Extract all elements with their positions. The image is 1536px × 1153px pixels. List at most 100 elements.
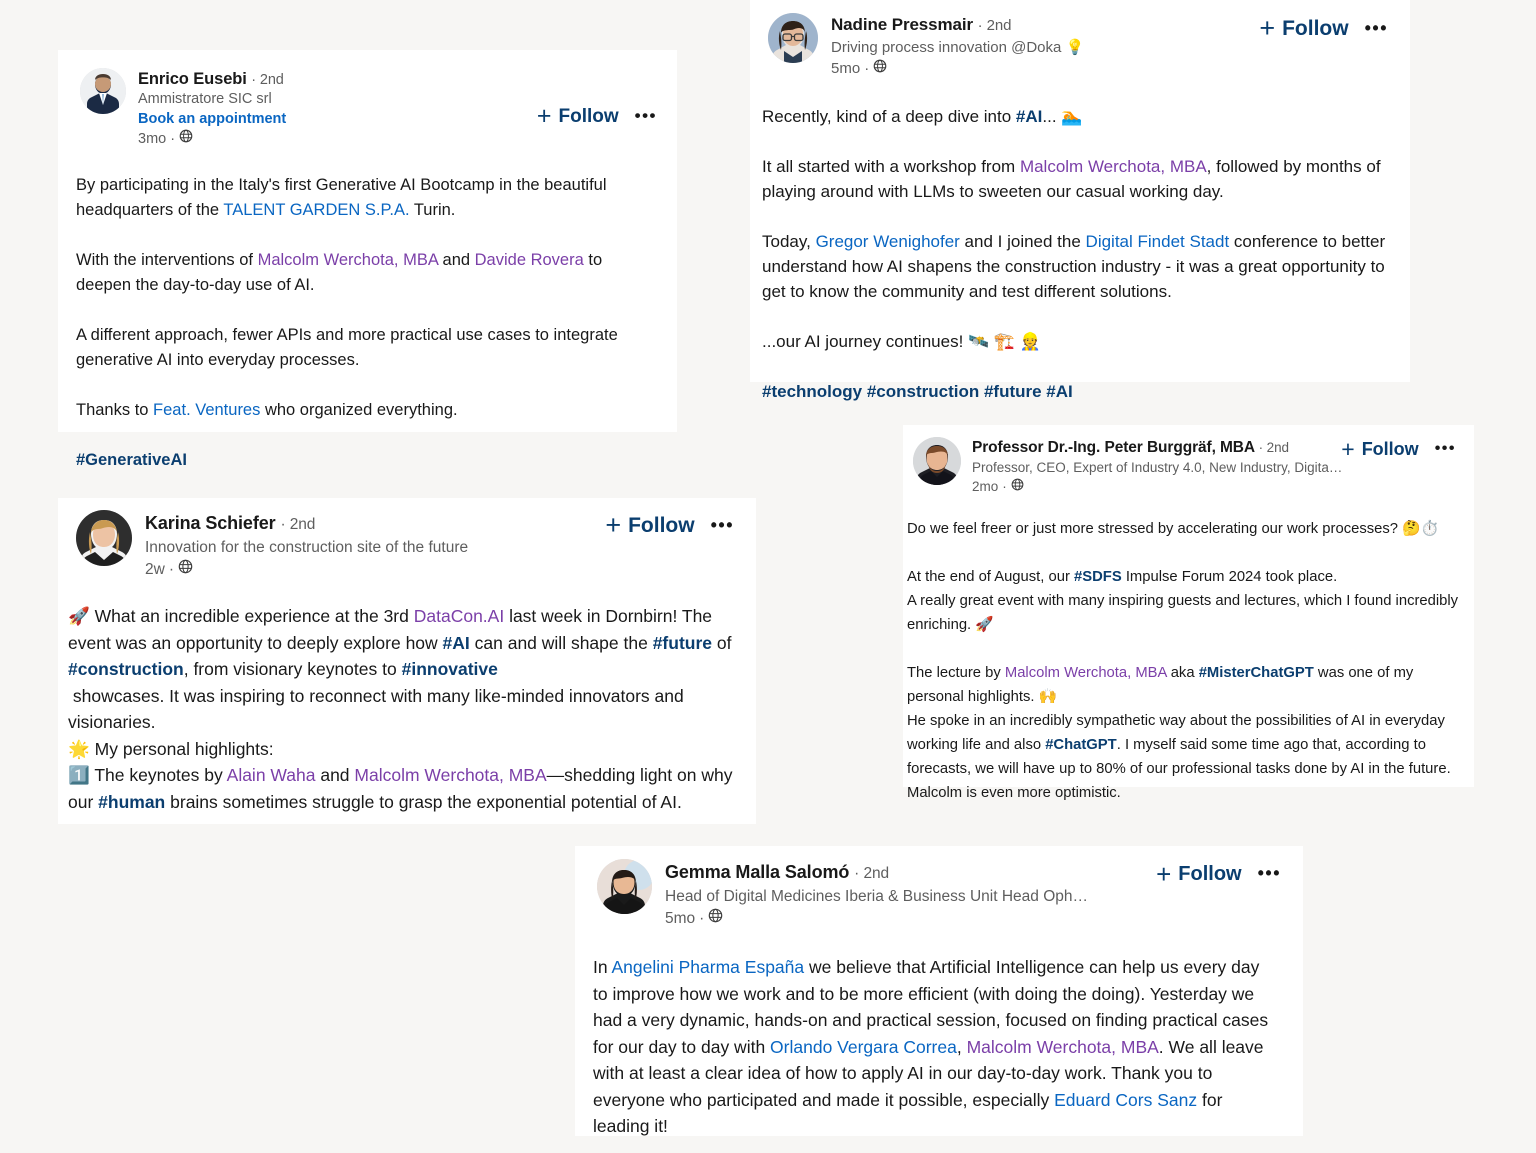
- hashtag-link[interactable]: #AI: [443, 633, 470, 653]
- hashtag-link[interactable]: #technology #construction #future #AI: [762, 382, 1073, 401]
- follow-button[interactable]: + Follow: [605, 512, 694, 539]
- post-card-burggraf: Professor Dr.-Ing. Peter Burggräf, MBA ·…: [903, 425, 1474, 801]
- hashtag-link[interactable]: #GenerativeAI: [76, 451, 187, 469]
- mention-link[interactable]: Malcolm Werchota, MBA: [354, 765, 546, 785]
- post-paragraph: 1️⃣ The keynotes by Alain Waha and Malco…: [68, 762, 742, 815]
- post-paragraph: The lecture by Malcolm Werchota, MBA aka…: [907, 661, 1466, 805]
- more-options-icon[interactable]: •••: [711, 516, 734, 534]
- author-headline: Innovation for the construction site of …: [145, 539, 469, 556]
- author-headline: Head of Digital Medicines Iberia & Busin…: [665, 888, 1089, 905]
- hashtag-link[interactable]: #AI: [1016, 107, 1042, 126]
- post-text: Thanks to: [76, 401, 154, 419]
- plus-icon: +: [1259, 13, 1276, 43]
- post-text: who organized everything.: [260, 401, 458, 419]
- post-text: Recently, kind of a deep dive into: [762, 107, 1016, 126]
- post-body: 🚀 What an incredible experience at the 3…: [68, 603, 742, 815]
- avatar-photo-nadine: [768, 13, 818, 63]
- post-meta: 3mo ·: [138, 129, 677, 149]
- post-paragraph: 🌟 My personal highlights:: [68, 736, 742, 763]
- post-body: By participating in the Italy's first Ge…: [76, 173, 655, 473]
- follow-button[interactable]: + Follow: [1341, 438, 1418, 461]
- follow-button[interactable]: + Follow: [1156, 861, 1242, 887]
- entity-link[interactable]: Digital Findet Stadt: [1086, 232, 1230, 251]
- post-meta: 2w ·: [145, 559, 756, 581]
- connection-degree: · 2nd: [854, 865, 890, 882]
- meta-separator: ·: [170, 130, 176, 147]
- follow-button[interactable]: + Follow: [1259, 15, 1348, 42]
- entity-link[interactable]: Eduard Cors Sanz: [1054, 1090, 1197, 1110]
- mention-link[interactable]: Malcolm Werchota, MBA: [1020, 157, 1207, 176]
- mention-link[interactable]: Davide Rovera: [475, 251, 584, 269]
- post-paragraph: At the end of August, our #SDFS Impulse …: [907, 565, 1466, 637]
- mention-link[interactable]: Malcolm Werchota, MBA: [1005, 665, 1167, 681]
- avatar[interactable]: [76, 510, 132, 566]
- mention-link[interactable]: Malcolm Werchota, MBA: [967, 1037, 1159, 1057]
- post-text: With the interventions of: [76, 251, 258, 269]
- more-options-icon[interactable]: •••: [1258, 864, 1281, 882]
- post-actions: + Follow •••: [605, 512, 734, 539]
- post-paragraph: Thanks to Feat. Ventures who organized e…: [76, 398, 655, 423]
- avatar-photo-burggraf: [913, 437, 961, 485]
- connection-degree: · 2nd: [977, 17, 1012, 34]
- post-meta: 5mo ·: [665, 908, 1303, 930]
- post-header: Enrico Eusebi · 2nd Ammistratore SIC srl…: [58, 50, 677, 149]
- avatar[interactable]: [913, 437, 961, 485]
- post-paragraph: #technology #construction #future #AI: [762, 379, 1392, 404]
- hashtag-link[interactable]: #SDFS: [1074, 569, 1122, 585]
- entity-link[interactable]: Gregor Wenighofer: [816, 232, 960, 251]
- post-text: and: [437, 251, 475, 269]
- entity-link[interactable]: Feat. Ventures: [153, 401, 260, 419]
- entity-link[interactable]: Orlando Vergara Correa: [770, 1037, 957, 1057]
- author-name-text: Nadine Pressmair: [831, 15, 974, 34]
- follow-label: Follow: [558, 105, 619, 127]
- avatar[interactable]: [80, 68, 126, 114]
- more-options-icon[interactable]: •••: [1365, 19, 1388, 37]
- avatar-photo-karina: [76, 510, 132, 566]
- post-text: 🌟 My personal highlights:: [68, 738, 274, 759]
- avatar[interactable]: [597, 859, 652, 914]
- post-paragraph: Today, Gregor Wenighofer and I joined th…: [762, 229, 1392, 304]
- post-actions: + Follow •••: [1341, 438, 1456, 461]
- avatar[interactable]: [768, 13, 818, 63]
- author-name[interactable]: Enrico Eusebi · 2nd: [138, 69, 677, 90]
- post-actions: + Follow •••: [1259, 15, 1388, 42]
- plus-icon: +: [1341, 436, 1355, 462]
- hashtag-link[interactable]: #construction: [68, 659, 184, 679]
- post-header: Gemma Malla Salomó · 2nd Head of Digital…: [575, 846, 1303, 930]
- post-text: The lecture by: [907, 665, 1005, 681]
- meta-separator: ·: [699, 910, 705, 927]
- connection-degree: · 2nd: [1258, 440, 1289, 455]
- post-paragraph: #GenerativeAI: [76, 448, 655, 473]
- hashtag-link[interactable]: #human: [98, 792, 165, 812]
- entity-link[interactable]: TALENT GARDEN S.P.A.: [223, 201, 409, 219]
- plus-icon: +: [605, 510, 622, 540]
- mention-link[interactable]: Malcolm Werchota, MBA: [258, 251, 438, 269]
- hashtag-link[interactable]: #future: [653, 633, 712, 653]
- entity-link[interactable]: Angelini Pharma España: [612, 957, 805, 977]
- post-actions: + Follow •••: [1156, 861, 1281, 887]
- follow-button[interactable]: + Follow: [537, 104, 619, 129]
- mention-link[interactable]: DataCon.AI: [414, 606, 504, 626]
- post-text: of: [712, 632, 737, 653]
- follow-label: Follow: [628, 513, 695, 537]
- post-paragraph: With the interventions of Malcolm Wercho…: [76, 248, 655, 298]
- post-text: aka: [1166, 665, 1199, 681]
- post-text: ,: [956, 1036, 967, 1057]
- post-card-karina: Karina Schiefer · 2nd Innovation for the…: [58, 498, 756, 824]
- post-text: Turin.: [409, 201, 456, 219]
- post-card-nadine: Nadine Pressmair · 2nd Driving process i…: [750, 0, 1410, 401]
- post-text: brains sometimes struggle to grasp the e…: [165, 791, 682, 812]
- hashtag-link[interactable]: #innovative: [402, 659, 498, 679]
- hashtag-link[interactable]: #ChatGPT: [1045, 737, 1117, 753]
- mention-link[interactable]: Alain Waha: [227, 765, 316, 785]
- more-options-icon[interactable]: •••: [1435, 440, 1456, 457]
- more-options-icon[interactable]: •••: [635, 107, 657, 124]
- author-name-text: Gemma Malla Salomó: [665, 862, 850, 882]
- follow-label: Follow: [1361, 439, 1419, 459]
- hashtag-link[interactable]: #MisterChatGPT: [1199, 665, 1314, 681]
